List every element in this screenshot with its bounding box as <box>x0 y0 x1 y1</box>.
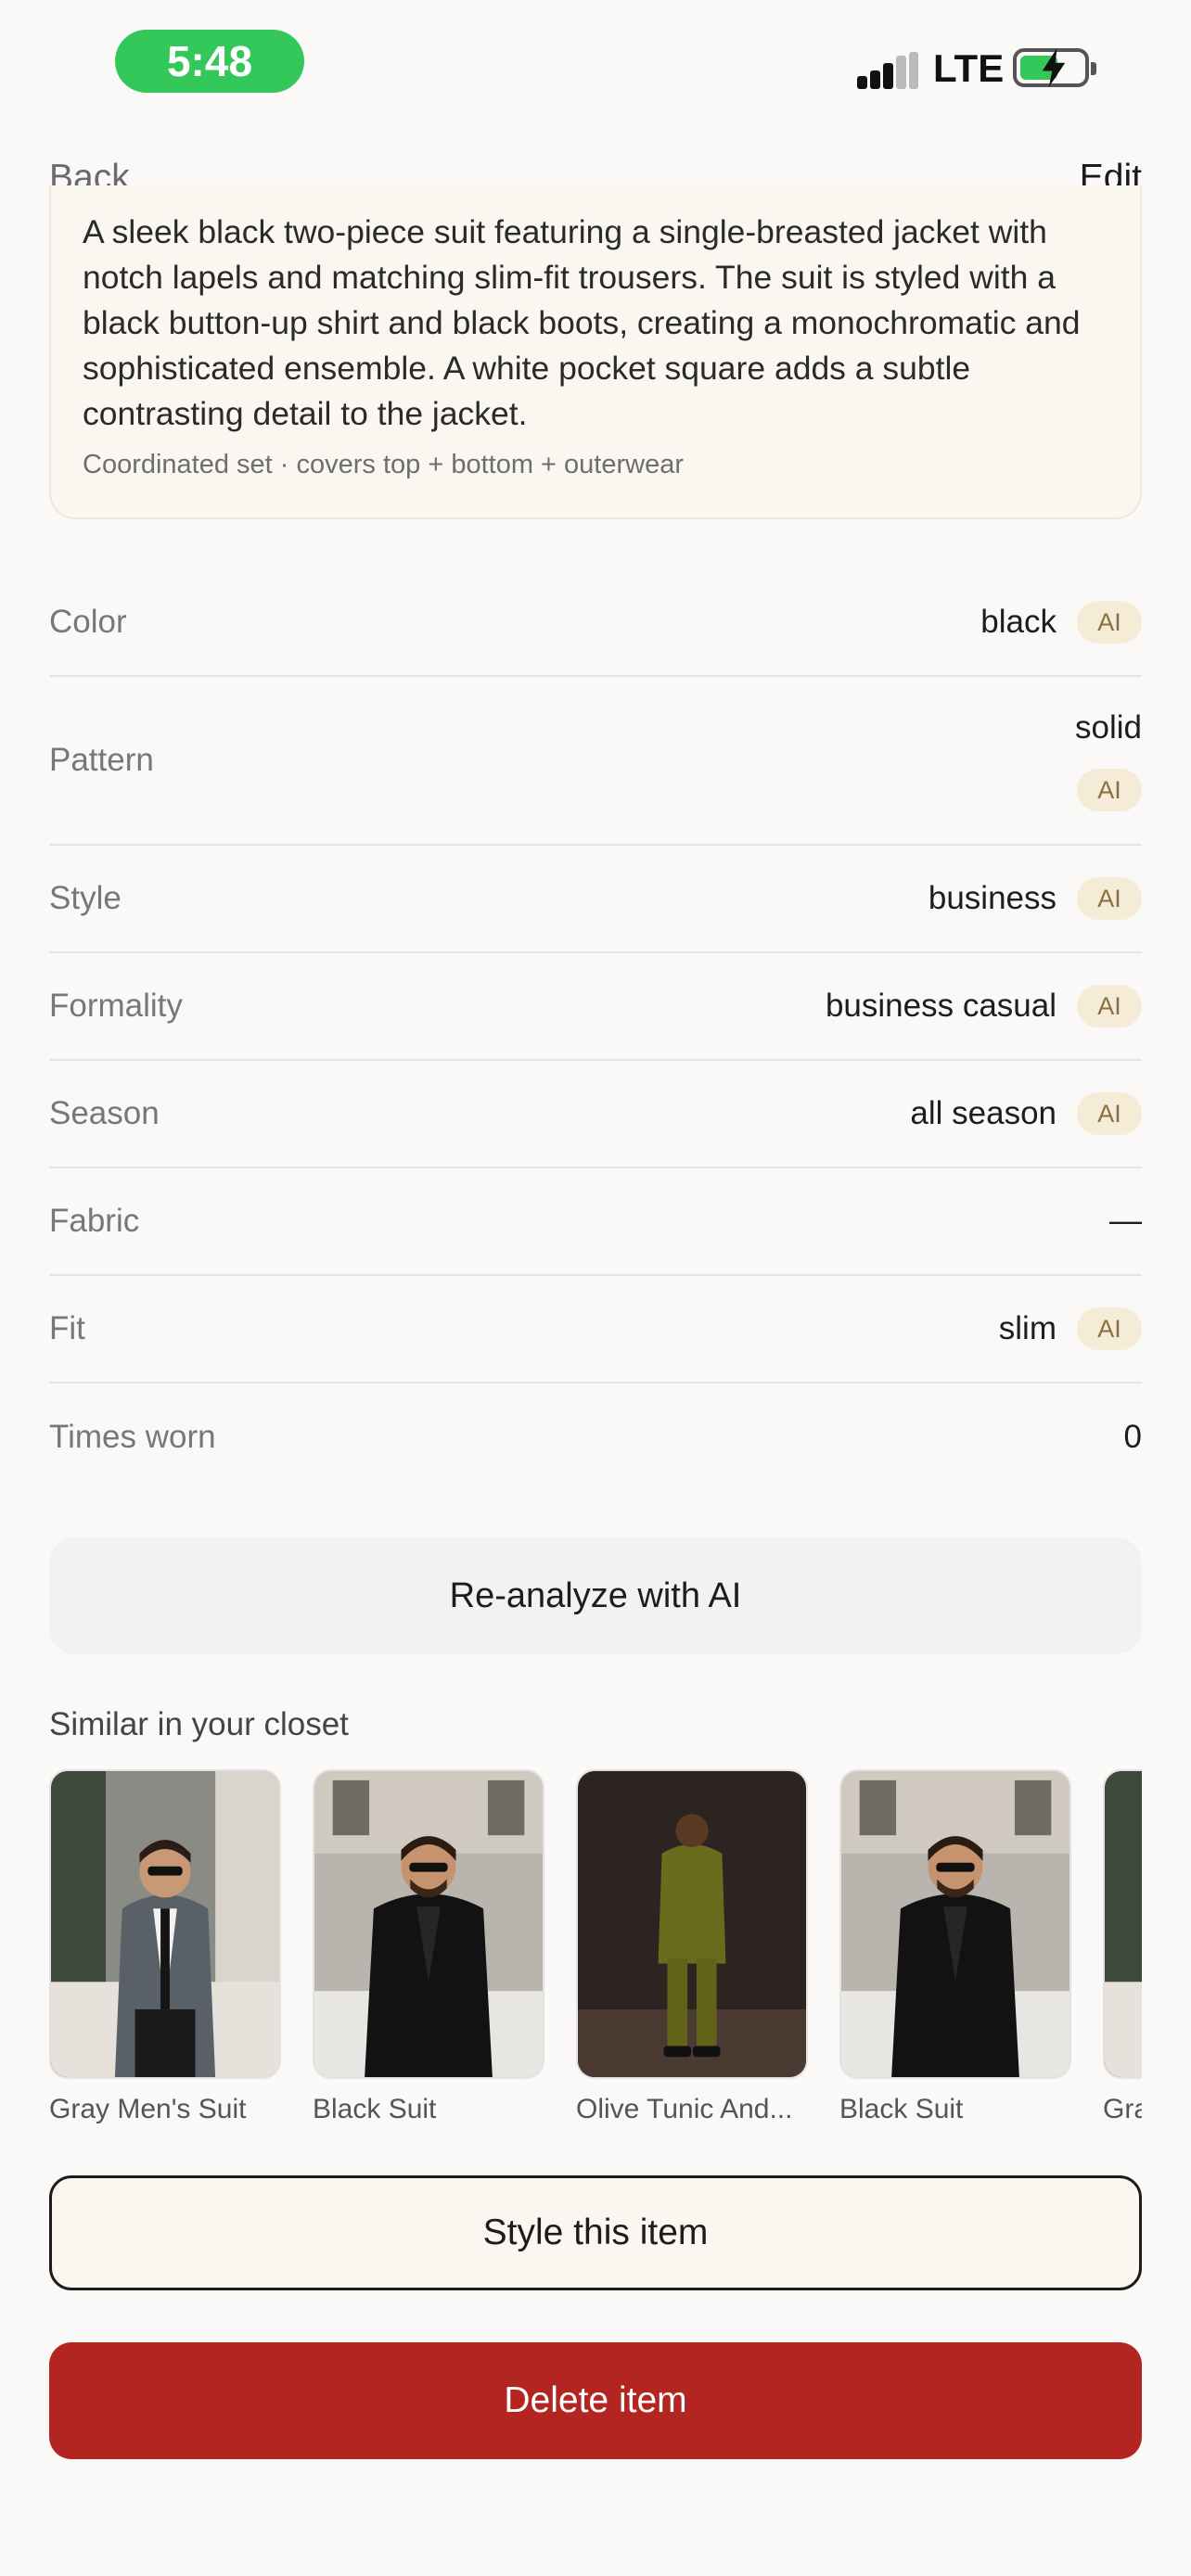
attribute-row-fabric: Fabric — <box>49 1168 1142 1276</box>
attribute-row-season: Season all season AI <box>49 1061 1142 1168</box>
battery-charging-icon <box>1013 48 1096 87</box>
ai-badge: AI <box>1077 877 1142 920</box>
attribute-label: Times worn <box>49 1419 216 1455</box>
similar-item-name: Gra <box>1103 2094 1142 2124</box>
attribute-row-times-worn: Times worn 0 <box>49 1384 1142 1491</box>
attribute-row-color: Color black AI <box>49 569 1142 677</box>
similar-item-card[interactable]: Black Suit <box>313 1769 544 2125</box>
delete-item-button[interactable]: Delete item <box>49 2342 1142 2459</box>
attribute-label: Fabric <box>49 1203 140 1239</box>
description-card: A sleek black two-piece suit featuring a… <box>49 185 1142 519</box>
attribute-value: black <box>980 604 1057 640</box>
similar-item-card[interactable]: Black Suit <box>839 1769 1071 2125</box>
similar-item-name: Black Suit <box>839 2094 964 2124</box>
attribute-label: Pattern <box>49 742 154 778</box>
similar-item-thumbnail <box>1103 1769 1142 2079</box>
signal-icon <box>857 52 918 89</box>
ai-badge: AI <box>1077 1307 1142 1350</box>
similar-item-thumbnail <box>49 1769 281 2079</box>
attribute-row-formality: Formality business casual AI <box>49 953 1142 1061</box>
similar-item-name: Olive Tunic And... <box>576 2094 793 2124</box>
attribute-label: Formality <box>49 988 183 1024</box>
attribute-value: — <box>1109 1203 1142 1239</box>
attribute-label: Season <box>49 1095 160 1131</box>
network-type: LTE <box>933 46 1005 90</box>
attribute-label: Style <box>49 880 122 916</box>
attribute-row-style: Style business AI <box>49 846 1142 953</box>
similar-items-carousel[interactable]: Gray Men's Suit Black Suit Olive Tunic A… <box>49 1769 1142 2133</box>
ai-badge: AI <box>1077 1092 1142 1135</box>
similar-section-title: Similar in your closet <box>49 1706 349 1742</box>
ai-badge: AI <box>1077 601 1142 644</box>
ai-badge: AI <box>1077 769 1142 811</box>
attribute-label: Fit <box>49 1310 85 1346</box>
description-note: Coordinated set · covers top + bottom + … <box>83 450 685 479</box>
reanalyze-button[interactable]: Re-analyze with AI <box>49 1537 1142 1654</box>
attribute-value: 0 <box>1123 1419 1142 1455</box>
status-time: 5:48 <box>115 30 304 93</box>
similar-item-thumbnail <box>313 1769 544 2079</box>
attribute-value: business casual <box>825 988 1057 1024</box>
similar-item-card[interactable]: Gray Men's Suit <box>49 1769 281 2125</box>
attribute-row-pattern: Pattern solid AI <box>49 677 1142 846</box>
similar-item-card[interactable]: Gra <box>1103 1769 1142 2125</box>
attribute-value: slim <box>998 1310 1057 1346</box>
attribute-value: business <box>928 880 1057 916</box>
description-text: A sleek black two-piece suit featuring a… <box>83 213 1081 432</box>
attribute-label: Color <box>49 604 127 640</box>
ai-badge: AI <box>1077 985 1142 1027</box>
attribute-value: solid <box>1075 709 1142 746</box>
similar-item-name: Black Suit <box>313 2094 437 2124</box>
similar-item-thumbnail <box>576 1769 808 2079</box>
attribute-list: Color black AI Pattern solid AI Style bu… <box>49 569 1142 1491</box>
attribute-value: all season <box>910 1095 1057 1131</box>
similar-item-name: Gray Men's Suit <box>49 2094 247 2124</box>
similar-item-thumbnail <box>839 1769 1071 2079</box>
attribute-row-fit: Fit slim AI <box>49 1276 1142 1384</box>
style-item-button[interactable]: Style this item <box>49 2175 1142 2290</box>
similar-item-card[interactable]: Olive Tunic And... <box>576 1769 808 2125</box>
status-bar: 5:48 LTE <box>0 0 1191 121</box>
